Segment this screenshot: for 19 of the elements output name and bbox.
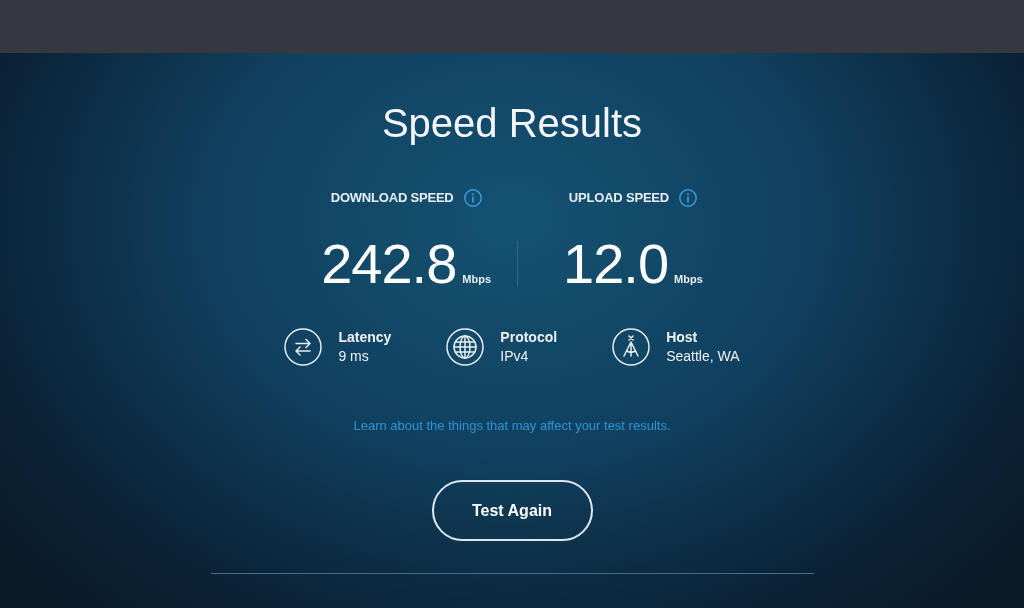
speed-value: 242.8 (321, 236, 457, 292)
stat-value: IPv4 (500, 347, 530, 366)
arrows-icon (284, 328, 323, 366)
info-icon[interactable] (679, 189, 697, 207)
page-title: Speed Results (381, 100, 643, 147)
speed-label: DOWNLOAD SPEED (330, 190, 454, 206)
speed-value: 12.0 (563, 236, 669, 292)
stat-value: Seattle, WA (666, 347, 740, 366)
info-icon[interactable] (463, 189, 482, 207)
speed-label: UPLOAD SPEED (568, 190, 669, 206)
stat-value: 9 ms (338, 347, 370, 366)
stat-label: Latency (338, 328, 392, 347)
test-again-button[interactable]: Test Again (431, 480, 593, 541)
stat-label: Host (666, 328, 699, 347)
unit-label: Mbps (462, 274, 492, 285)
stat-label: Protocol (500, 328, 558, 347)
unit-label: Mbps (674, 274, 703, 285)
globe-icon (446, 328, 485, 366)
tower-icon (612, 328, 651, 366)
